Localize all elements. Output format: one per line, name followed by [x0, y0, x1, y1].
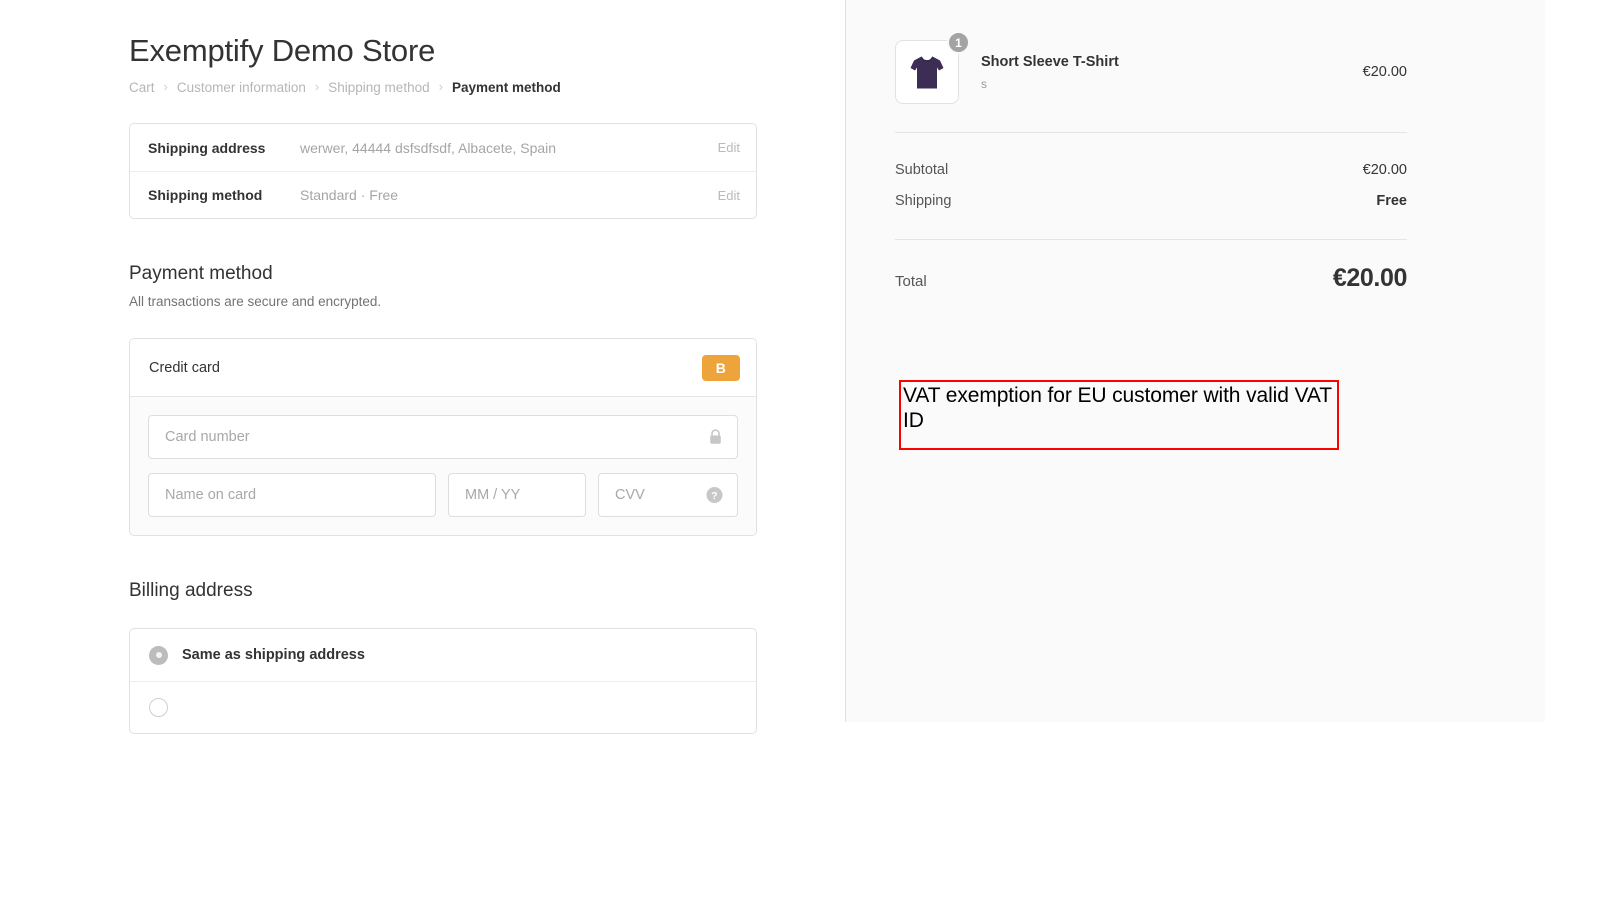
order-review-block: Shipping address werwer, 44444 dsfsdfsdf… — [129, 123, 757, 219]
line-item-price: €20.00 — [1363, 64, 1407, 80]
checkout-content: Exemptify Demo Store Cart › Customer inf… — [129, 0, 757, 734]
order-summary-content: 1 Short Sleeve T-Shirt s €20.00 Subtotal… — [895, 0, 1407, 293]
credit-card-label: Credit card — [149, 360, 220, 376]
grand-total-label: Total — [895, 273, 927, 290]
annotation-box: VAT exemption for EU customer with valid… — [899, 380, 1339, 450]
breadcrumb-item-customer-information[interactable]: Customer information — [177, 79, 306, 97]
card-number-field[interactable]: Card number — [148, 415, 738, 459]
grand-total-value: €20.00 — [1333, 264, 1407, 293]
billing-address-heading: Billing address — [129, 536, 757, 604]
name-on-card-field[interactable]: Name on card — [148, 473, 436, 517]
shipping-address-value: werwer, 44444 dsfsdfsdf, Albacete, Spain — [300, 140, 718, 156]
credit-card-block: Credit card B Card number — [129, 338, 757, 536]
billing-address-block: Same as shipping address — [129, 628, 757, 734]
page-title: Exemptify Demo Store — [129, 0, 757, 74]
cvv-placeholder: CVV — [599, 487, 645, 503]
review-row-shipping-method: Shipping method Standard · Free Edit — [130, 171, 756, 218]
edit-shipping-address-link[interactable]: Edit — [718, 140, 740, 155]
line-item-quantity-badge: 1 — [947, 31, 970, 54]
breadcrumb-item-cart[interactable]: Cart — [129, 79, 155, 97]
chevron-right-icon: › — [315, 78, 319, 96]
chevron-right-icon: › — [439, 78, 443, 96]
radio-selected-icon[interactable] — [149, 646, 168, 665]
billing-option-label: Same as shipping address — [182, 647, 365, 663]
radio-unselected-icon[interactable] — [149, 698, 168, 717]
expiry-date-field[interactable]: MM / YY — [448, 473, 586, 517]
line-item-info: Short Sleeve T-Shirt s — [981, 52, 1363, 93]
annotation-text: VAT exemption for EU customer with valid… — [903, 383, 1339, 433]
bogus-gateway-badge-icon: B — [702, 355, 740, 381]
order-totals: Subtotal €20.00 Shipping Free — [895, 133, 1407, 239]
review-row-shipping-address: Shipping address werwer, 44444 dsfsdfsdf… — [130, 124, 756, 171]
order-summary-panel: 1 Short Sleeve T-Shirt s €20.00 Subtotal… — [845, 0, 1545, 722]
grand-total-row: Total €20.00 — [895, 240, 1407, 293]
breadcrumb: Cart › Customer information › Shipping m… — [129, 79, 757, 97]
line-item-title: Short Sleeve T-Shirt — [981, 52, 1363, 72]
billing-option-same-as-shipping[interactable]: Same as shipping address — [130, 629, 756, 681]
line-item-thumbnail-wrap: 1 — [895, 40, 959, 104]
shipping-value: Free — [1376, 186, 1407, 217]
shipping-method-value: Standard · Free — [300, 187, 718, 203]
card-details-row: Name on card MM / YY CVV ? — [148, 473, 738, 517]
credit-card-header[interactable]: Credit card B — [130, 339, 756, 397]
payment-method-heading: Payment method — [129, 219, 757, 287]
breadcrumb-item-shipping-method[interactable]: Shipping method — [328, 79, 429, 97]
billing-option-different-address[interactable] — [130, 681, 756, 733]
breadcrumb-item-payment-method: Payment method — [452, 79, 561, 97]
lock-icon — [708, 429, 723, 446]
svg-text:?: ? — [711, 490, 717, 502]
shipping-method-label: Shipping method — [148, 187, 300, 203]
name-on-card-placeholder: Name on card — [149, 487, 256, 503]
chevron-right-icon: › — [164, 78, 168, 96]
subtotal-value: €20.00 — [1363, 155, 1407, 186]
expiry-date-placeholder: MM / YY — [449, 487, 520, 503]
line-item-variant: s — [981, 75, 1363, 93]
shipping-row: Shipping Free — [895, 186, 1407, 217]
credit-card-fields: Card number Name on card — [130, 397, 756, 535]
checkout-page: Exemptify Demo Store Cart › Customer inf… — [0, 0, 1600, 900]
shipping-address-label: Shipping address — [148, 140, 300, 156]
help-icon[interactable]: ? — [706, 487, 723, 504]
subtotal-label: Subtotal — [895, 155, 948, 186]
cvv-field[interactable]: CVV ? — [598, 473, 738, 517]
subtotal-row: Subtotal €20.00 — [895, 155, 1407, 186]
checkout-main-column: Exemptify Demo Store Cart › Customer inf… — [0, 0, 845, 900]
line-item: 1 Short Sleeve T-Shirt s €20.00 — [895, 0, 1407, 132]
card-number-placeholder: Card number — [149, 429, 250, 445]
edit-shipping-method-link[interactable]: Edit — [718, 188, 740, 203]
payment-method-subheading: All transactions are secure and encrypte… — [129, 287, 757, 311]
shipping-label: Shipping — [895, 186, 951, 217]
